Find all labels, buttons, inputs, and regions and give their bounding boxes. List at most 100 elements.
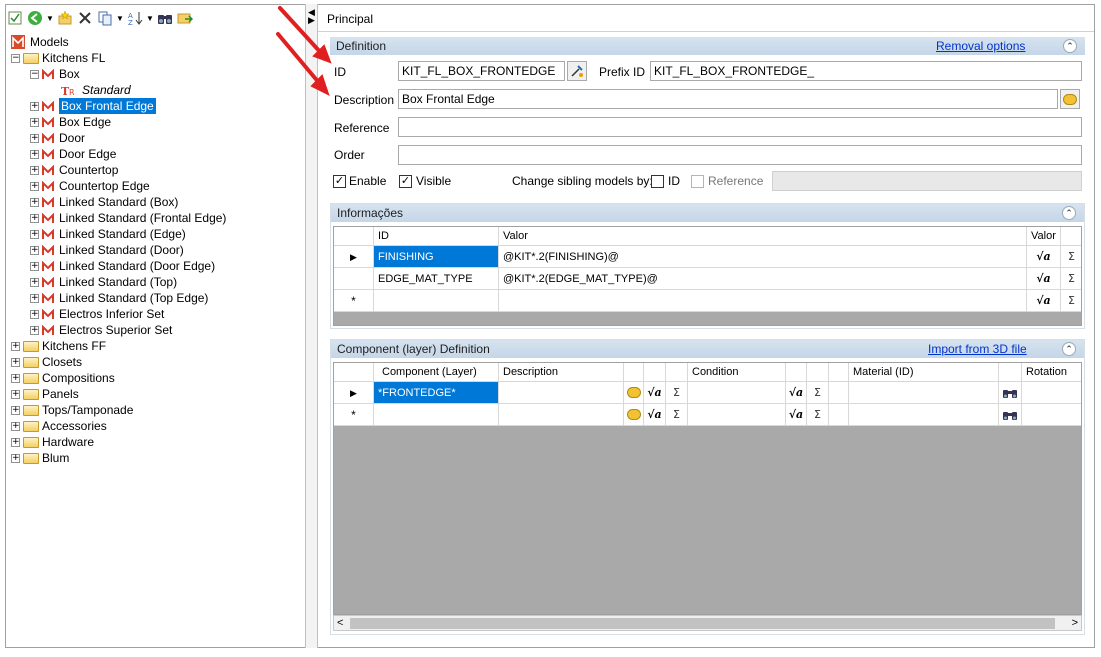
info-new-cell-valor[interactable] [499, 290, 1027, 312]
translate-button[interactable] [624, 404, 644, 426]
tree-node[interactable]: + Countertop [30, 162, 118, 178]
prefix-id-field[interactable]: KIT_FL_BOX_FRONTEDGE_ [650, 61, 1082, 81]
expand-icon[interactable]: + [30, 133, 39, 143]
expand-icon[interactable]: + [30, 213, 39, 223]
expand-icon[interactable]: + [11, 357, 20, 367]
sum-button[interactable]: Σ [1061, 268, 1081, 290]
translate-button[interactable] [1060, 89, 1080, 109]
row-indicator-new[interactable]: * [334, 290, 374, 312]
find-icon[interactable] [156, 9, 174, 27]
order-field[interactable] [398, 145, 1082, 165]
column-header-material[interactable]: Material (ID) [849, 363, 999, 382]
expand-icon[interactable]: + [11, 341, 20, 351]
material-new-cell[interactable] [849, 404, 999, 426]
info-cell-valor[interactable]: @KIT*.2(FINISHING)@ [499, 246, 1027, 268]
visible-checkbox[interactable]: ✓ [399, 175, 412, 188]
new-folder-icon[interactable] [56, 9, 74, 27]
id-picker-button[interactable] [567, 61, 587, 81]
sum-button[interactable]: Σ [807, 382, 829, 404]
collapse-informacoes-icon[interactable]: ⌃ [1062, 206, 1076, 220]
row-indicator-new[interactable]: * [334, 404, 374, 426]
sort-icon[interactable]: AZ [126, 9, 144, 27]
tree-node[interactable]: + Hardware [11, 434, 94, 450]
splitter[interactable]: ◀ ▶ [305, 4, 318, 648]
binoculars-button[interactable] [999, 382, 1022, 404]
expand-icon[interactable]: + [30, 101, 39, 111]
removal-options-link[interactable]: Removal options [936, 37, 1025, 55]
sum-button[interactable]: Σ [666, 404, 688, 426]
sum-button[interactable]: Σ [1061, 246, 1081, 268]
collapse-component-icon[interactable]: ⌃ [1062, 342, 1076, 356]
dropdown-arrow[interactable]: ▼ [116, 9, 124, 27]
column-header-valor-formula[interactable]: Valor [1027, 227, 1061, 246]
tree-node[interactable]: + Linked Standard (Edge) [30, 226, 186, 242]
binoculars-button[interactable] [999, 404, 1022, 426]
back-icon[interactable] [26, 9, 44, 27]
sibling-id-checkbox[interactable] [651, 175, 664, 188]
delete-icon[interactable] [76, 9, 94, 27]
tree-node[interactable]: + Electros Superior Set [30, 322, 172, 338]
expand-icon[interactable]: + [30, 277, 39, 287]
column-header-valor[interactable]: Valor [499, 227, 1027, 246]
formula-button[interactable]: √a [1027, 268, 1061, 290]
tree-node[interactable]: − Box [30, 66, 80, 82]
info-cell-id[interactable]: EDGE_MAT_TYPE [374, 268, 499, 290]
component-description-cell[interactable] [499, 382, 624, 404]
tree-node[interactable]: + Door [30, 130, 85, 146]
export-icon[interactable] [176, 9, 194, 27]
info-new-cell-id[interactable] [374, 290, 499, 312]
expand-icon[interactable]: + [30, 165, 39, 175]
expand-icon[interactable]: + [30, 197, 39, 207]
tree-node[interactable]: + Kitchens FF [11, 338, 106, 354]
collapse-definition-icon[interactable]: ⌃ [1063, 39, 1077, 53]
formula-button[interactable]: √a [1027, 290, 1061, 312]
column-header-condition[interactable]: Condition [688, 363, 786, 382]
scroll-thumb[interactable] [350, 618, 1055, 629]
horizontal-scrollbar[interactable]: < > [333, 615, 1082, 631]
tree-node[interactable]: + Blum [11, 450, 69, 466]
tree-root[interactable]: Models [11, 34, 69, 50]
tree-node[interactable]: + Linked Standard (Door Edge) [30, 258, 215, 274]
expand-icon[interactable]: + [30, 261, 39, 271]
tree-node[interactable]: + Linked Standard (Top Edge) [30, 290, 208, 306]
tree-node[interactable]: + Linked Standard (Top) [30, 274, 177, 290]
expand-icon[interactable]: + [30, 117, 39, 127]
reference-field[interactable] [398, 117, 1082, 137]
column-header-id[interactable]: ID [374, 227, 499, 246]
formula-button[interactable]: √a [786, 382, 807, 404]
tree-node[interactable]: + Countertop Edge [30, 178, 150, 194]
row-indicator-current[interactable]: ▶ [334, 382, 374, 404]
expand-icon[interactable]: + [30, 325, 39, 335]
expand-icon[interactable]: + [30, 149, 39, 159]
id-field[interactable]: KIT_FL_BOX_FRONTEDGE [398, 61, 565, 81]
tree-node[interactable]: + Linked Standard (Frontal Edge) [30, 210, 226, 226]
tree-node[interactable]: + Linked Standard (Door) [30, 242, 184, 258]
info-cell-id[interactable]: FINISHING [374, 246, 499, 268]
tree-node[interactable]: + Closets [11, 354, 82, 370]
expand-icon[interactable]: + [30, 229, 39, 239]
column-header-rotation[interactable]: Rotation [1022, 363, 1081, 382]
tree-node[interactable]: + Panels [11, 386, 79, 402]
expand-icon[interactable]: + [30, 309, 39, 319]
enable-checkbox[interactable]: ✓ [333, 175, 346, 188]
expand-icon[interactable]: + [30, 245, 39, 255]
rotation-new-cell[interactable] [1022, 404, 1081, 426]
formula-button[interactable]: √a [644, 382, 666, 404]
tree-node[interactable]: + Accessories [11, 418, 107, 434]
tree-node[interactable]: − Kitchens FL [11, 50, 105, 66]
expand-icon[interactable]: + [11, 453, 20, 463]
scroll-right-icon[interactable]: > [1072, 616, 1078, 630]
tree-node[interactable]: + Compositions [11, 370, 115, 386]
row-indicator-current[interactable]: ▶ [334, 246, 374, 268]
tree-node[interactable]: + Box Edge [30, 114, 111, 130]
translate-button[interactable] [624, 382, 644, 404]
formula-button[interactable]: √a [786, 404, 807, 426]
tree-node[interactable]: + Box Frontal Edge [30, 98, 156, 114]
copy-icon[interactable] [96, 9, 114, 27]
collapse-tree-icon[interactable]: ◀ ▶ [308, 8, 315, 25]
expand-icon[interactable]: + [11, 437, 20, 447]
sum-button[interactable]: Σ [666, 382, 688, 404]
description-field[interactable]: Box Frontal Edge [398, 89, 1058, 109]
dropdown-arrow[interactable]: ▼ [46, 9, 54, 27]
condition-new-cell[interactable] [688, 404, 786, 426]
